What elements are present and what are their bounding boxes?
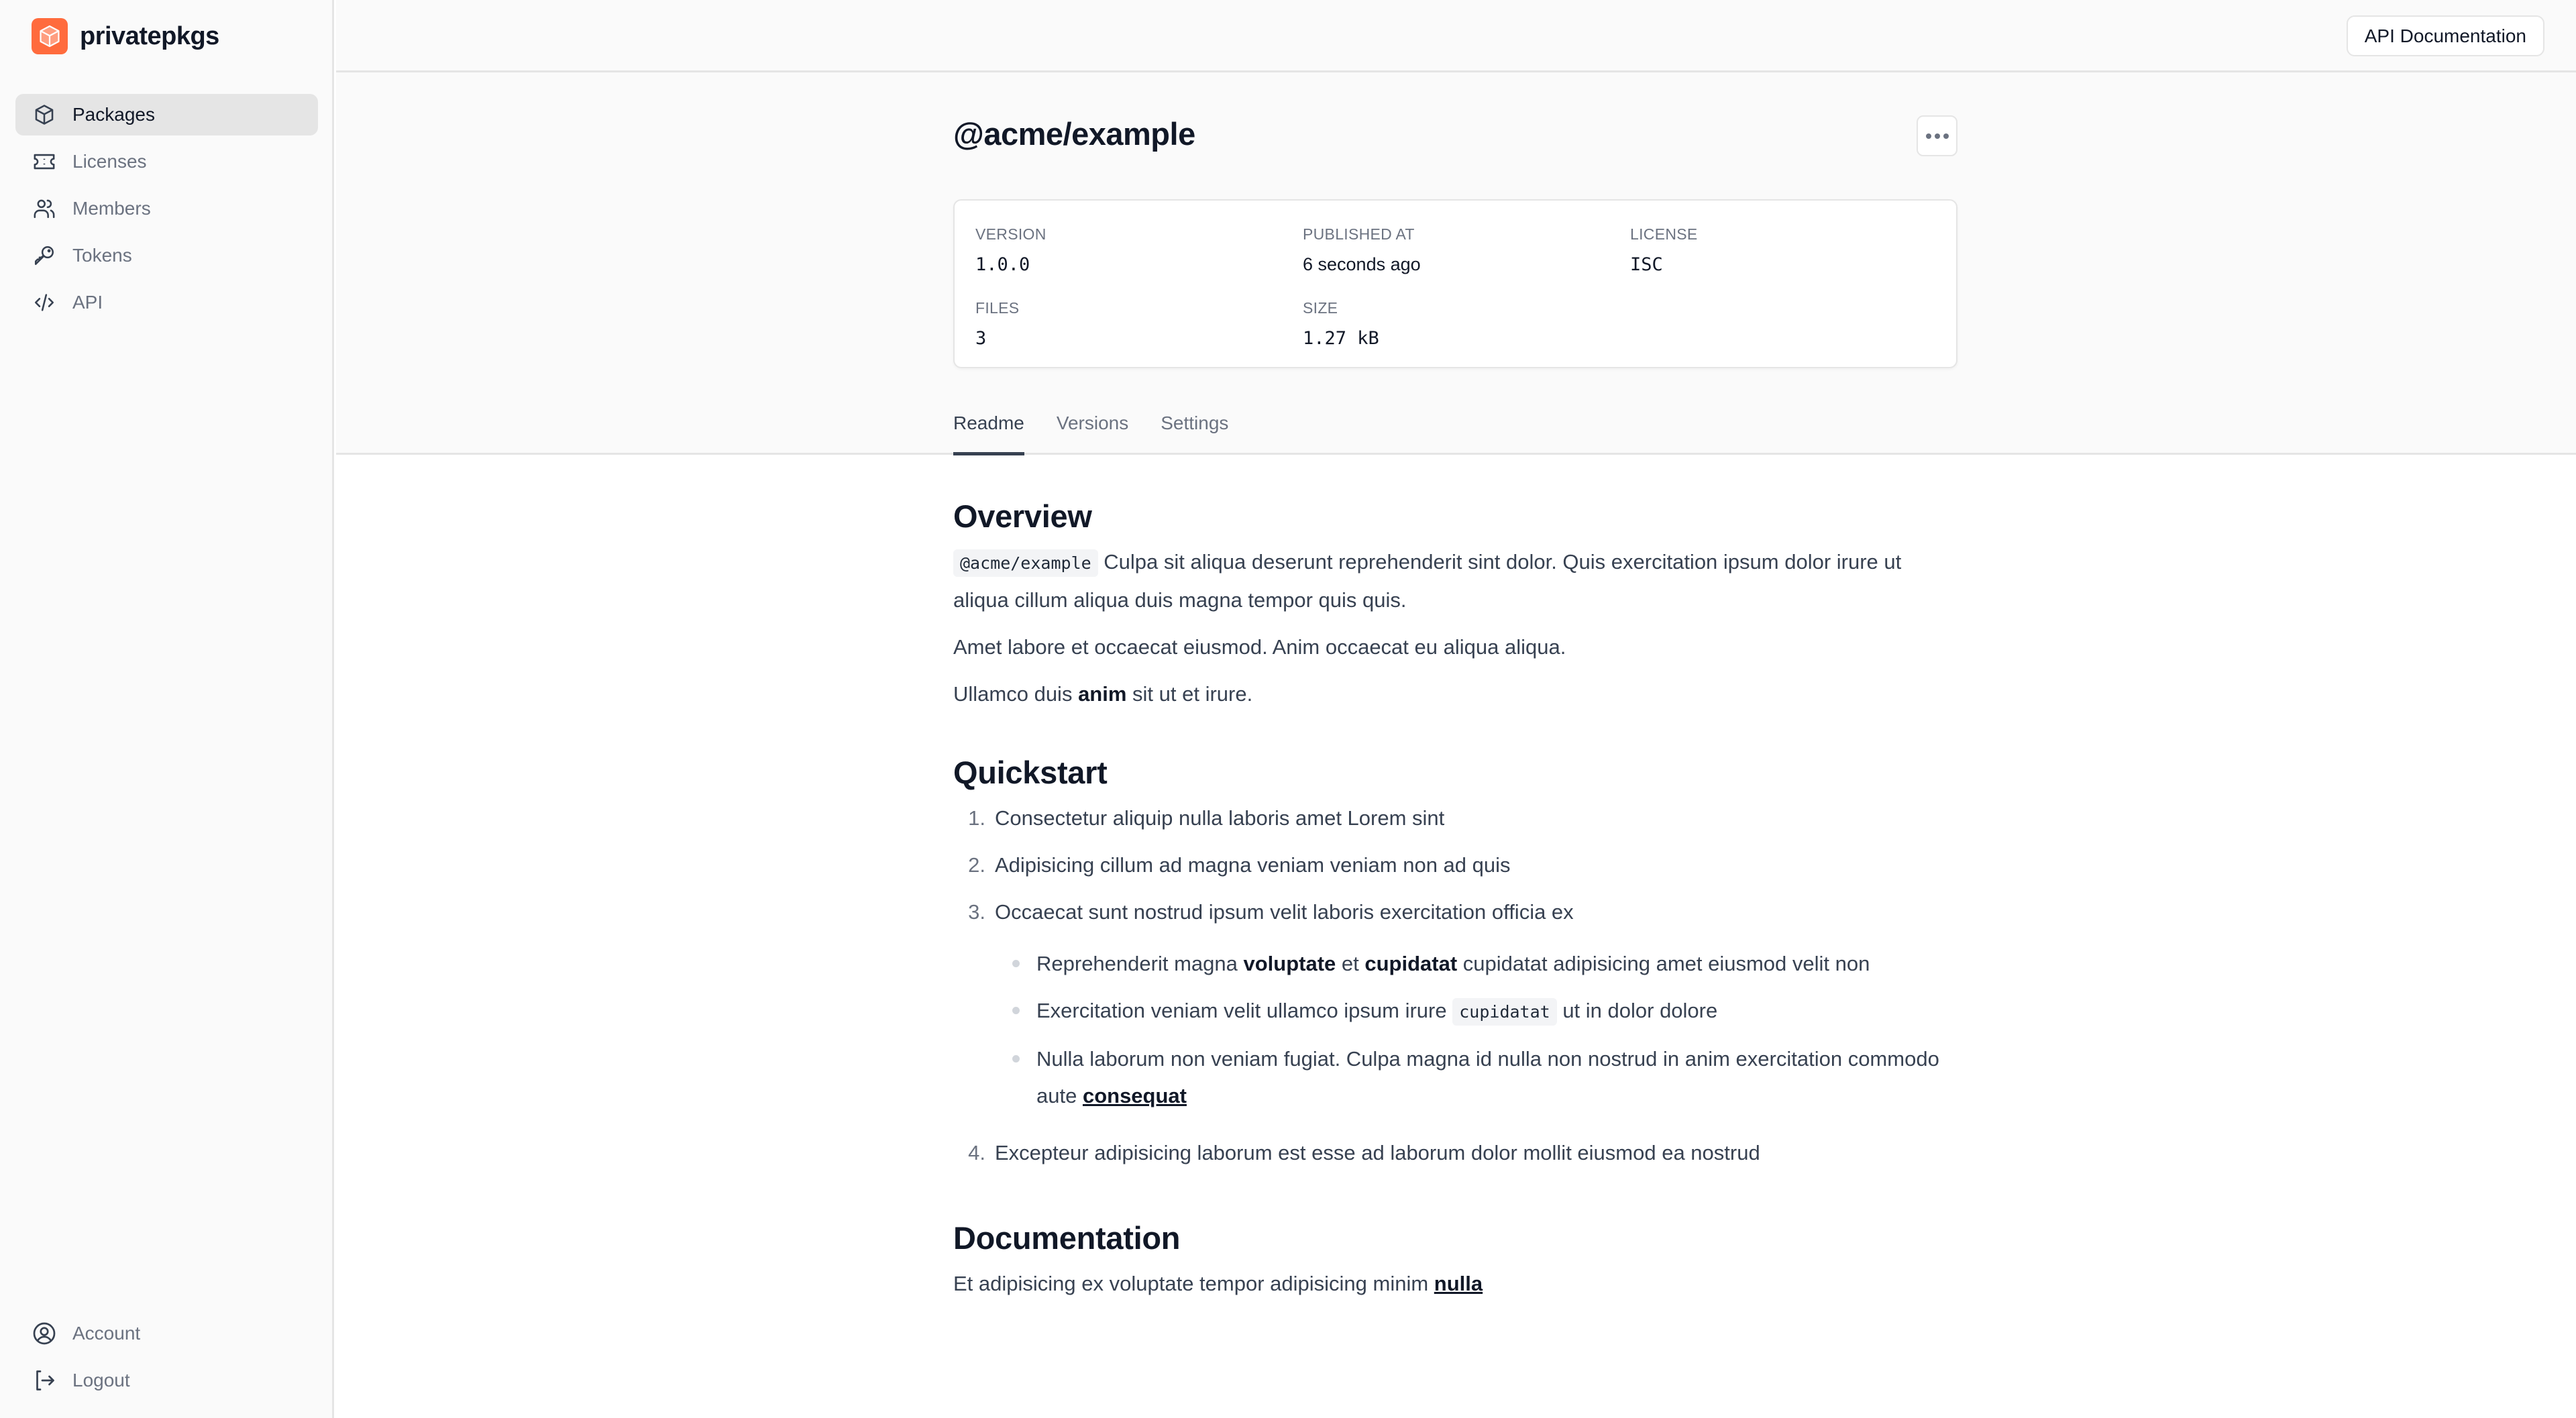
link-consequat[interactable]: consequat (1083, 1084, 1187, 1107)
unordered-list: Reprehenderit magna voluptate et cupidat… (953, 945, 1957, 1124)
readme-content: Overview @acme/example Culpa sit aliqua … (953, 496, 1957, 1349)
list-item: Reprehenderit magna voluptate et cupidat… (953, 945, 1957, 982)
info-value: 6 seconds ago (1303, 254, 1421, 274)
paragraph: Ullamco duis anim sit ut et irure. (953, 682, 1253, 706)
sidebar-item-licenses[interactable]: Licenses (15, 141, 318, 182)
brand-name: privatepkgs (80, 21, 219, 50)
sidebar-item-label: Logout (72, 1370, 130, 1390)
bullet-icon (953, 945, 1020, 982)
list-item: 3. Occaecat sunt nostrud ipsum velit labo… (953, 893, 1957, 1124)
key-icon (32, 243, 56, 268)
bold-text: anim (1078, 682, 1127, 706)
info-value: ISC (1630, 254, 1663, 275)
sidebar-item-logout[interactable]: Logout (15, 1360, 318, 1401)
ellipsis-icon (1925, 133, 1949, 139)
sidebar-item-label: API (72, 292, 103, 313)
sidebar: privatepkgs Packages Licenses Members To… (0, 0, 334, 1418)
sidebar-item-packages[interactable]: Packages (15, 94, 318, 135)
section-heading: Documentation (953, 1220, 1181, 1256)
more-options-button[interactable] (1917, 115, 1957, 156)
info-label: Published at (1303, 225, 1415, 243)
package-title: @acme/example (953, 116, 1195, 152)
bullet-icon (953, 992, 1020, 1030)
paragraph: Amet labore et occaecat eiusmod. Anim oc… (953, 635, 1566, 659)
list-item: Exercitation veniam velit ullamco ipsum … (953, 992, 1957, 1030)
ordered-list: 1. Consectetur aliquip nulla laboris amet… (953, 800, 1957, 1171)
package-icon (32, 103, 56, 127)
users-icon (32, 197, 56, 221)
link-nulla[interactable]: nulla (1434, 1272, 1483, 1295)
sidebar-item-api[interactable]: API (15, 282, 318, 323)
list-item: 4. Excepteur adipisicing laborum est esse… (968, 1141, 1760, 1164)
brand-logo-icon (32, 18, 68, 54)
section-heading: Quickstart (953, 755, 1108, 790)
package-info-card: Version 1.0.0 Published at 6 seconds ago… (953, 199, 1957, 368)
tab-versions[interactable]: Versions (1057, 402, 1128, 455)
user-circle-icon (32, 1321, 56, 1346)
logout-icon (32, 1368, 56, 1393)
info-label: License (1630, 225, 1698, 243)
readme-documentation: Documentation Et adipisicing ex voluptat… (953, 1218, 1957, 1302)
paragraph: @acme/example Culpa sit aliqua deserunt … (953, 549, 1902, 612)
package-tabs: Readme Versions Settings (953, 402, 1957, 455)
info-label: Size (1303, 299, 1338, 317)
info-value: 1.0.0 (975, 254, 1030, 275)
api-documentation-button[interactable]: API Documentation (2346, 15, 2544, 56)
sidebar-item-label: Members (72, 198, 151, 219)
inline-code: cupidatat (1452, 998, 1557, 1026)
sidebar-item-tokens[interactable]: Tokens (15, 235, 318, 276)
info-value: 3 (975, 328, 987, 349)
top-header: API Documentation (336, 0, 2576, 72)
code-icon (32, 290, 56, 315)
sidebar-item-label: Packages (72, 104, 155, 125)
info-license: License ISC (1630, 225, 1698, 275)
info-label: Version (975, 225, 1046, 243)
list-item: 2. Adipisicing cillum ad magna veniam ven… (968, 853, 1511, 877)
sidebar-nav: Packages Licenses Members Tokens API (15, 94, 318, 329)
sidebar-bottom-nav: Account Logout (15, 1313, 318, 1407)
info-value: 1.27 kB (1303, 328, 1379, 349)
info-files: Files 3 (975, 299, 1019, 349)
tab-readme[interactable]: Readme (953, 402, 1024, 455)
info-version: Version 1.0.0 (975, 225, 1046, 275)
inline-code: @acme/example (953, 549, 1098, 577)
ticket-icon (32, 150, 56, 174)
brand[interactable]: privatepkgs (32, 18, 219, 54)
sidebar-item-account[interactable]: Account (15, 1313, 318, 1354)
list-item: 1. Consectetur aliquip nulla laboris amet… (968, 806, 1445, 830)
readme-overview: Overview @acme/example Culpa sit aliqua … (953, 496, 1957, 712)
section-heading: Overview (953, 498, 1092, 534)
paragraph: Et adipisicing ex voluptate tempor adipi… (953, 1272, 1483, 1295)
sidebar-item-label: Account (72, 1323, 141, 1344)
readme-quickstart: Quickstart 1. Consectetur aliquip nulla l… (953, 753, 1957, 1171)
info-label: Files (975, 299, 1020, 317)
tab-settings[interactable]: Settings (1161, 402, 1228, 455)
info-published-at: Published at 6 seconds ago (1303, 225, 1421, 275)
bullet-icon (953, 1040, 1020, 1114)
list-item: Nulla laborum non veniam fugiat. Culpa m… (953, 1040, 1957, 1114)
info-size: Size 1.27 kB (1303, 299, 1379, 349)
sidebar-item-members[interactable]: Members (15, 188, 318, 229)
sidebar-item-label: Tokens (72, 245, 132, 266)
sidebar-item-label: Licenses (72, 151, 147, 172)
